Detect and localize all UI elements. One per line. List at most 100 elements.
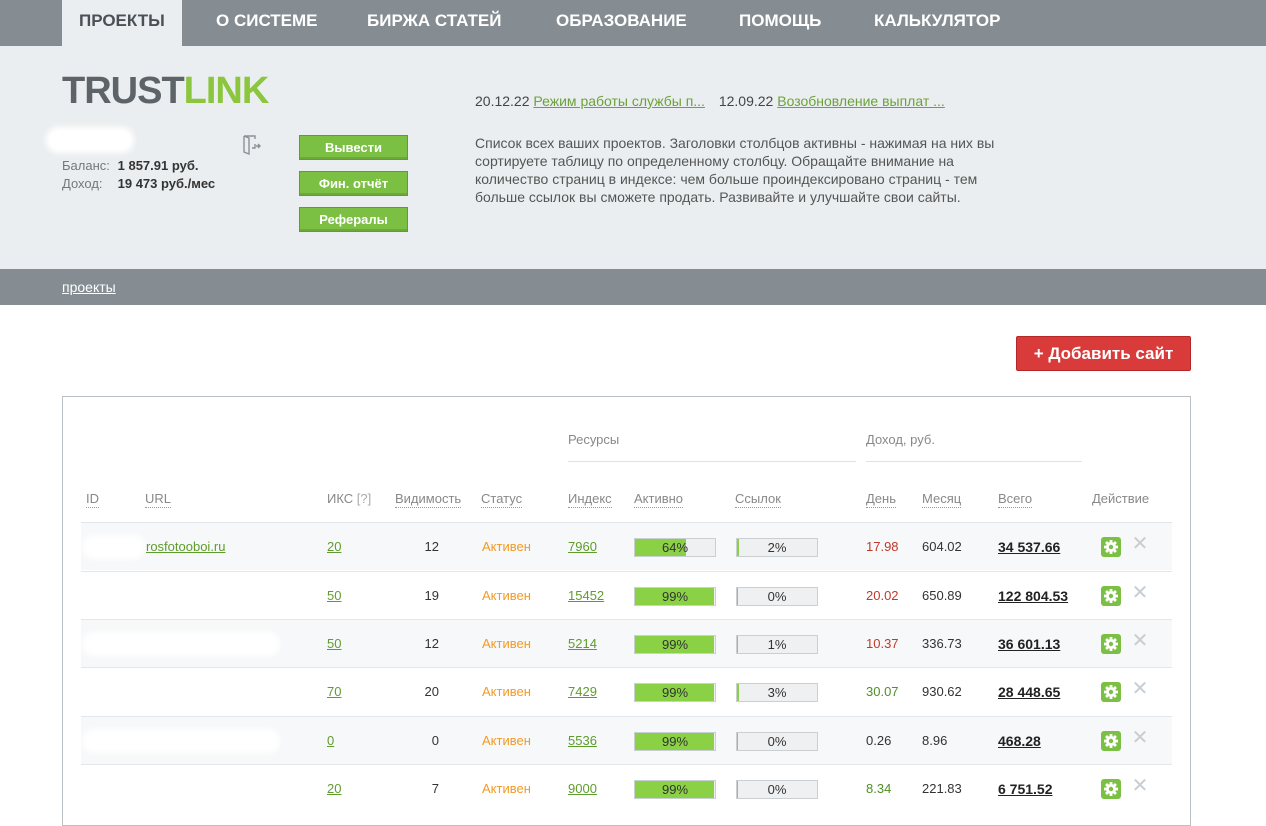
status-value: Активен xyxy=(482,684,531,699)
income-month-value: 930.62 xyxy=(922,684,962,699)
active-progress-bar: 64% xyxy=(634,538,716,557)
trustlink-logo[interactable]: TRUSTLINK xyxy=(62,70,269,113)
add-site-button[interactable]: + Добавить сайт xyxy=(1016,336,1191,371)
income-total-link[interactable]: 36 601.13 xyxy=(998,636,1060,652)
tab-education[interactable]: ОБРАЗОВАНИЕ xyxy=(556,0,687,46)
tab-help[interactable]: ПОМОЩЬ xyxy=(739,0,821,46)
redacted-site-info xyxy=(86,636,276,652)
active-percent: 99% xyxy=(661,734,689,749)
group-header-resources: Ресурсы xyxy=(568,432,620,447)
logout-icon[interactable] xyxy=(240,134,262,156)
iks-help-link[interactable]: [?] xyxy=(357,491,371,506)
delete-close-icon[interactable]: ✕ xyxy=(1131,728,1149,748)
balance-value: 1 857.91 руб. xyxy=(117,158,199,173)
breadcrumb: проекты xyxy=(0,269,1266,305)
withdraw-button[interactable]: Вывести xyxy=(299,135,408,160)
settings-gear-icon[interactable] xyxy=(1101,586,1121,606)
iks-link[interactable]: 20 xyxy=(327,781,341,796)
index-link[interactable]: 5214 xyxy=(568,636,597,651)
income-total-link[interactable]: 468.28 xyxy=(998,733,1041,749)
settings-gear-icon[interactable] xyxy=(1101,682,1121,702)
delete-close-icon[interactable]: ✕ xyxy=(1131,631,1149,651)
income-total-link[interactable]: 6 751.52 xyxy=(998,781,1053,797)
column-header-action: Действие xyxy=(1092,491,1150,506)
delete-close-icon[interactable]: ✕ xyxy=(1131,534,1149,554)
news-link[interactable]: Режим работы службы п... xyxy=(533,93,705,109)
tab-article-exchange[interactable]: БИРЖА СТАТЕЙ xyxy=(367,0,501,46)
breadcrumb-projects-link[interactable]: проекты xyxy=(62,279,116,295)
group-divider xyxy=(568,461,856,462)
status-value: Активен xyxy=(482,781,531,796)
tab-about-system[interactable]: О СИСТЕМЕ xyxy=(216,0,318,46)
status-value: Активен xyxy=(482,588,531,603)
income-total-link[interactable]: 122 804.53 xyxy=(998,588,1068,604)
column-header-index[interactable]: Индекс xyxy=(568,491,612,508)
delete-close-icon[interactable]: ✕ xyxy=(1131,583,1149,603)
column-header-active[interactable]: Активно xyxy=(634,491,684,508)
fin-report-button[interactable]: Фин. отчёт xyxy=(299,171,408,196)
table-row: 50 19 Активен 15452 99% 0% 20.02 650.89 122 804.… xyxy=(81,571,1172,619)
header-panel: TRUSTLINK Баланс: 1 857.91 руб. Доход: 1… xyxy=(0,46,1266,269)
visibility-value: 12 xyxy=(424,539,439,554)
news-link[interactable]: Возобновление выплат ... xyxy=(777,93,945,109)
income-label: Доход: xyxy=(62,176,103,191)
income-total-link[interactable]: 34 537.66 xyxy=(998,539,1060,555)
links-progress-bar: 2% xyxy=(736,538,818,557)
links-progress-bar: 1% xyxy=(736,635,818,654)
active-progress-bar: 99% xyxy=(634,732,716,751)
table-row: 0 0 Активен 5536 99% 0% 0.26 8.96 468.28 ✕ xyxy=(81,716,1172,764)
news-ticker: 20.12.22 Режим работы службы п... 12.09.… xyxy=(475,93,945,109)
index-link[interactable]: 7429 xyxy=(568,684,597,699)
referrals-button[interactable]: Рефералы xyxy=(299,207,408,232)
iks-link[interactable]: 70 xyxy=(327,684,341,699)
links-progress-bar: 3% xyxy=(736,683,818,702)
column-header-day[interactable]: День xyxy=(866,491,896,508)
index-link[interactable]: 9000 xyxy=(568,781,597,796)
active-progress-bar: 99% xyxy=(634,683,716,702)
index-link[interactable]: 15452 xyxy=(568,588,604,603)
settings-gear-icon[interactable] xyxy=(1101,731,1121,751)
news-date: 12.09.22 xyxy=(718,93,774,109)
iks-link[interactable]: 0 xyxy=(327,733,334,748)
active-percent: 99% xyxy=(661,685,689,700)
column-header-iks[interactable]: ИКС [?] xyxy=(327,491,371,506)
delete-close-icon[interactable]: ✕ xyxy=(1131,776,1149,796)
income-day-value: 30.07 xyxy=(866,684,899,699)
table-row: 20 7 Активен 9000 99% 0% 8.34 221.83 6 751.52 ✕ xyxy=(81,764,1172,812)
iks-link[interactable]: 50 xyxy=(327,636,341,651)
income-total-link[interactable]: 28 448.65 xyxy=(998,684,1060,700)
column-header-visibility[interactable]: Видимость xyxy=(395,491,462,508)
group-header-income: Доход, руб. xyxy=(866,432,935,447)
links-percent: 0% xyxy=(767,589,787,604)
links-percent: 0% xyxy=(767,734,787,749)
column-header-links[interactable]: Ссылок xyxy=(735,491,781,508)
active-percent: 99% xyxy=(661,637,689,652)
iks-link[interactable]: 20 xyxy=(327,539,341,554)
username-redacted xyxy=(50,131,130,149)
column-header-status[interactable]: Статус xyxy=(481,491,523,508)
delete-close-icon[interactable]: ✕ xyxy=(1131,679,1149,699)
index-link[interactable]: 5536 xyxy=(568,733,597,748)
income-month-value: 221.83 xyxy=(922,781,962,796)
status-value: Активен xyxy=(482,733,531,748)
column-header-total[interactable]: Всего xyxy=(998,491,1033,508)
news-date: 20.12.22 xyxy=(475,93,530,109)
income-month-value: 8.96 xyxy=(922,733,948,748)
tab-calculator[interactable]: КАЛЬКУЛЯТОР xyxy=(874,0,1000,46)
settings-gear-icon[interactable] xyxy=(1101,634,1121,654)
table-row: 70 20 Активен 7429 99% 3% 30.07 930.62 28 448.65… xyxy=(81,667,1172,715)
table-row: rosfotooboi.ru 20 12 Активен 7960 64% 2% 17.98 6… xyxy=(81,522,1172,570)
column-header-month[interactable]: Месяц xyxy=(922,491,962,508)
settings-gear-icon[interactable] xyxy=(1101,779,1121,799)
site-url-link[interactable]: rosfotooboi.ru xyxy=(146,539,226,554)
iks-link[interactable]: 50 xyxy=(327,588,341,603)
column-header-url[interactable]: URL xyxy=(145,491,172,508)
status-value: Активен xyxy=(482,539,531,554)
tab-projects[interactable]: ПРОЕКТЫ xyxy=(62,0,182,46)
links-percent: 3% xyxy=(767,685,787,700)
index-link[interactable]: 7960 xyxy=(568,539,597,554)
settings-gear-icon[interactable] xyxy=(1101,537,1121,557)
group-divider xyxy=(866,461,1082,462)
income-day-value: 8.34 xyxy=(866,781,892,796)
column-header-id[interactable]: ID xyxy=(86,491,99,508)
